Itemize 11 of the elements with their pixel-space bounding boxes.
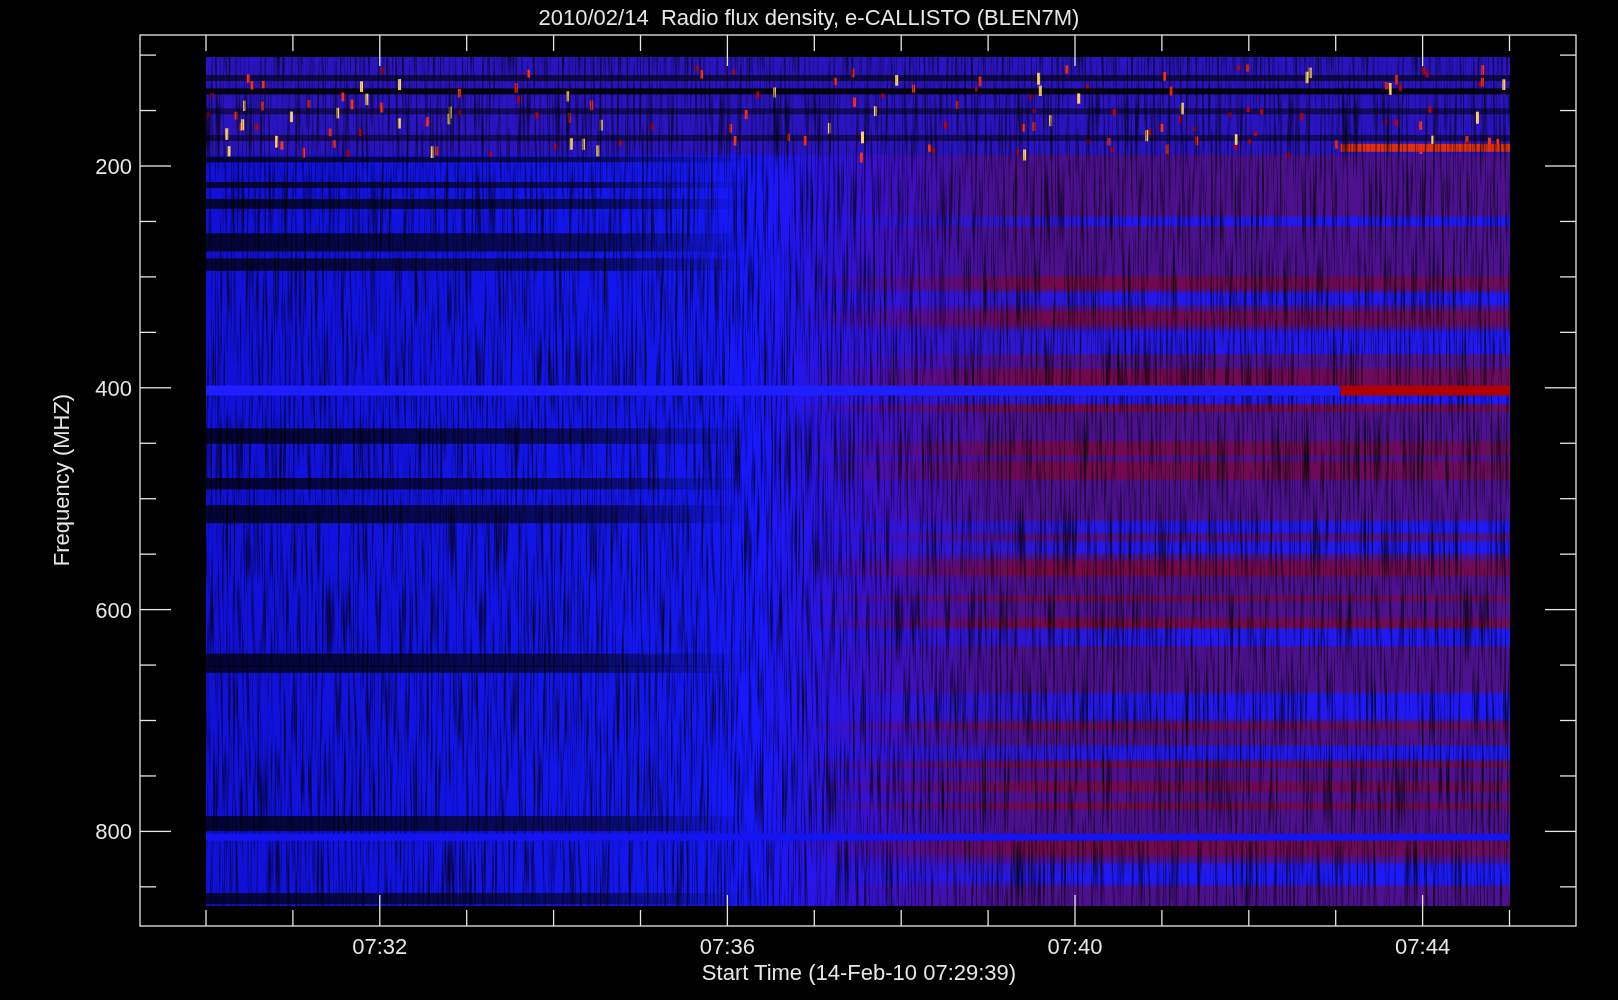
y-tick-label: 600 — [95, 597, 132, 623]
y-tick-label: 800 — [95, 819, 132, 845]
y-axis-label: Frequency (MHZ) — [49, 393, 74, 567]
y-tick-label: 400 — [95, 375, 132, 401]
y-tick-label: 200 — [95, 154, 132, 179]
x-tick-label: 07:32 — [352, 934, 408, 959]
x-axis-label: Start Time (14-Feb-10 07:29:39) — [701, 960, 1017, 985]
x-tick-label: 07:36 — [699, 934, 755, 959]
x-tick-label: 07:40 — [1047, 934, 1103, 959]
plot-title: 2010/02/14 Radio flux density, e-CALLISTO (BLEN7M) — [538, 5, 1080, 30]
x-tick-label: 07:44 — [1395, 934, 1451, 959]
